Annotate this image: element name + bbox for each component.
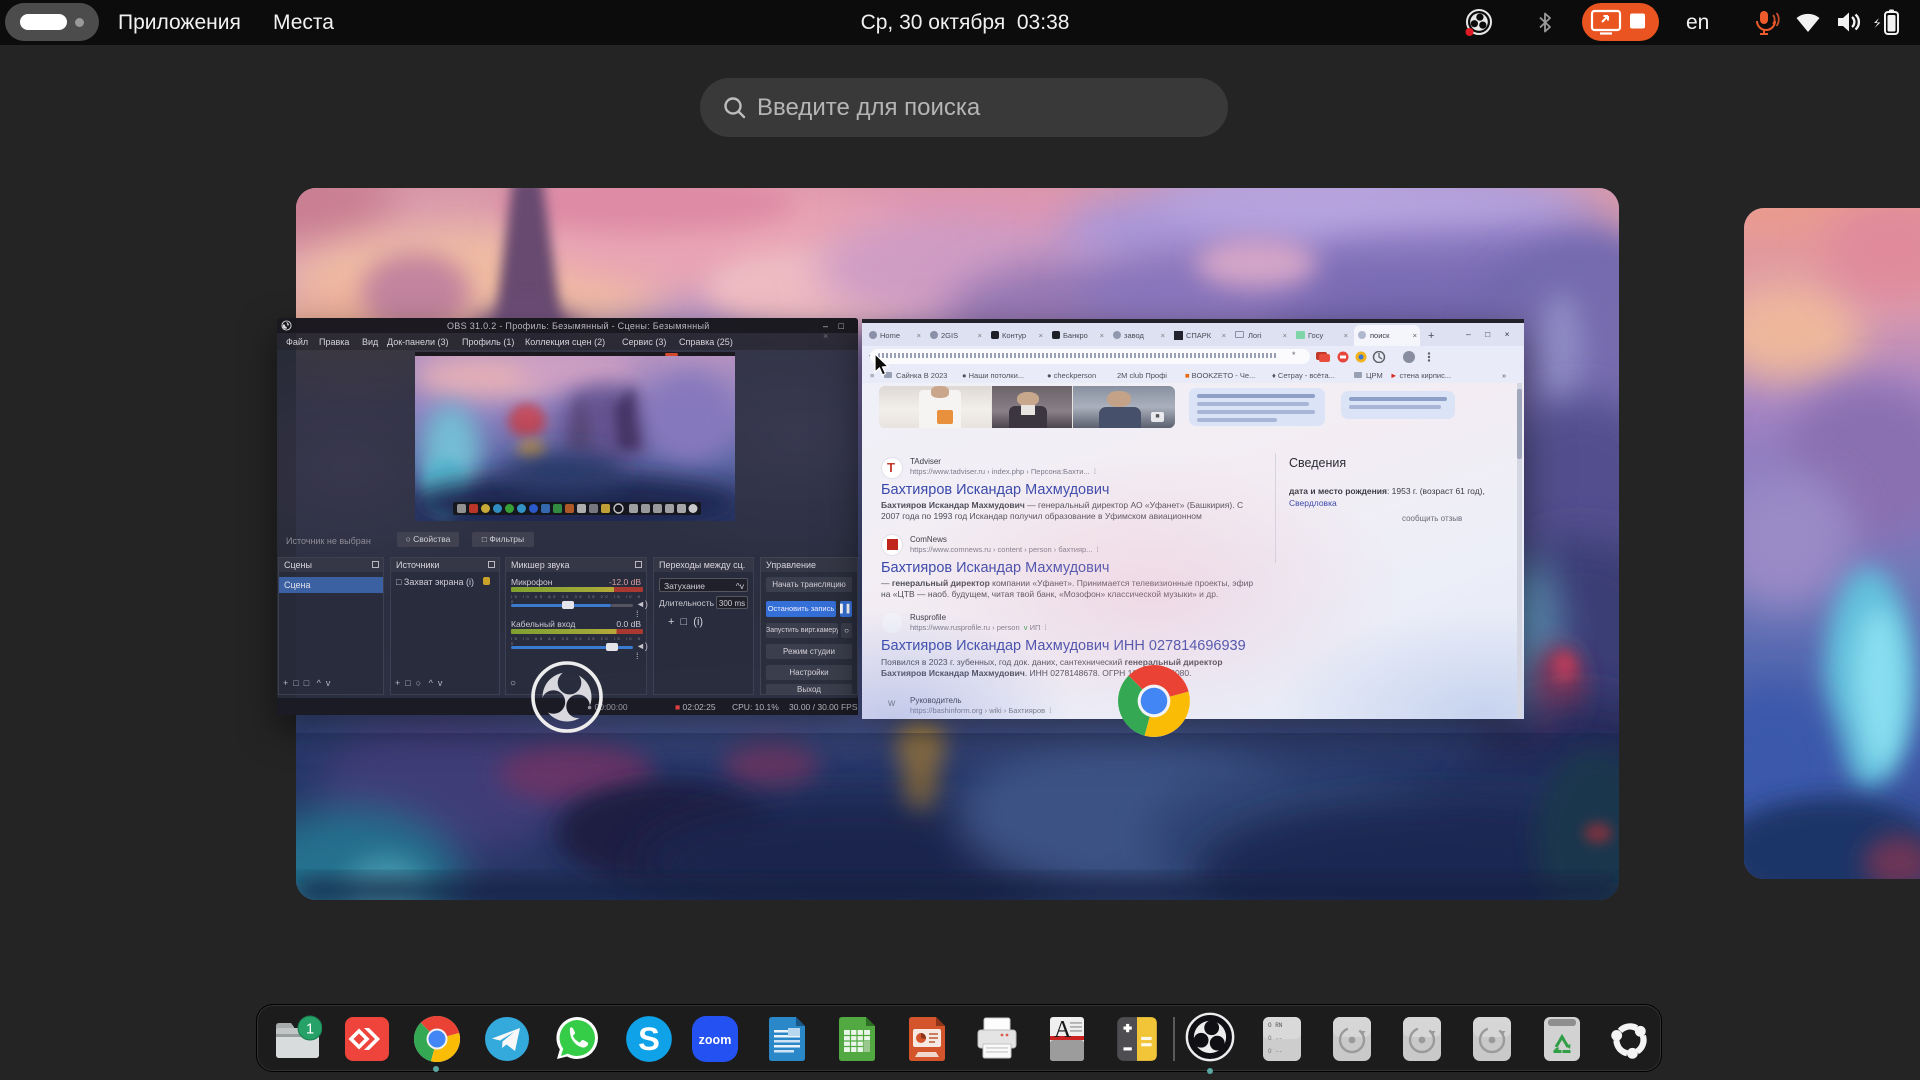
svg-text:S: S: [638, 1020, 660, 1057]
svg-text:A: A: [1054, 1017, 1072, 1043]
svg-text:zoom: zoom: [699, 1033, 732, 1047]
svg-text:O --: O --: [1268, 1035, 1282, 1042]
svg-text:O --: O --: [1268, 1048, 1282, 1055]
svg-text:O RN: O RN: [1268, 1022, 1283, 1029]
svg-text:1: 1: [306, 1021, 314, 1038]
